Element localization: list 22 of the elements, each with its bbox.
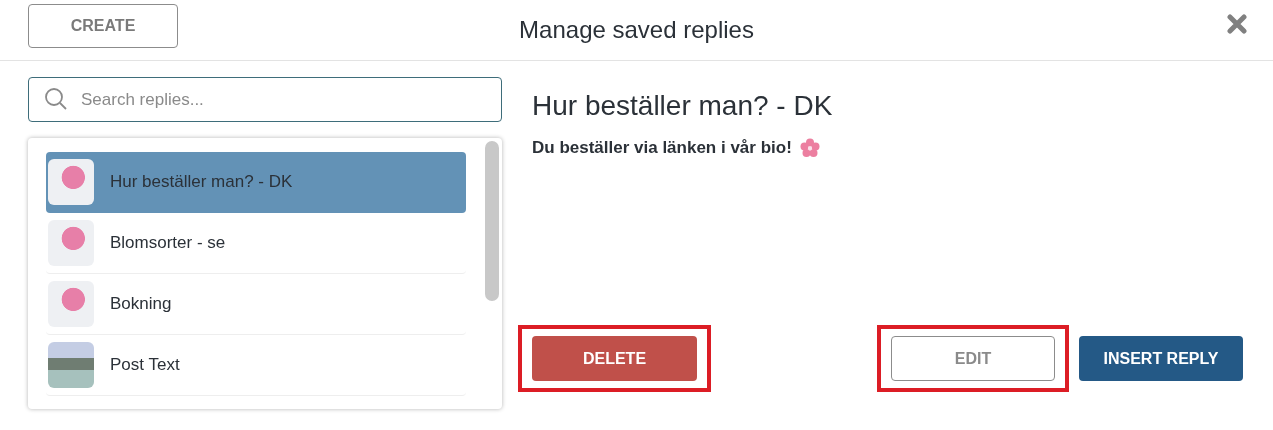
scrollbar-thumb[interactable] [485, 141, 499, 301]
reply-list-item[interactable]: Blomsorter - se [46, 213, 466, 274]
reply-name: Blomsorter - se [110, 232, 226, 255]
reply-list-item[interactable]: Hur beställer man? - DK [46, 152, 466, 213]
close-icon[interactable] [1227, 14, 1247, 34]
reply-name: Hur beställer man? - DK [110, 171, 293, 194]
photo-placeholder [48, 281, 94, 327]
blossom-icon [799, 137, 820, 158]
reply-title: Hur beställer man? - DK [532, 89, 834, 123]
search-field[interactable]: Search replies... [28, 77, 502, 122]
delete-button[interactable]: DELETE [532, 336, 697, 381]
reply-name: Post Text [110, 354, 180, 377]
reply-name: Bokning [110, 293, 172, 316]
photo-placeholder [48, 342, 94, 388]
reply-list-item[interactable]: Post Text [46, 335, 466, 396]
insert-button[interactable]: INSERT REPLY [1079, 336, 1243, 381]
reply-list-item[interactable]: Bokning [46, 274, 466, 335]
reply-message: Du beställer via länken i vår bio! [532, 137, 792, 159]
photo-placeholder [48, 159, 94, 205]
photo-placeholder [48, 220, 94, 266]
dialog-title: Manage saved replies [519, 15, 754, 45]
create-button[interactable]: CREATE [28, 4, 178, 48]
